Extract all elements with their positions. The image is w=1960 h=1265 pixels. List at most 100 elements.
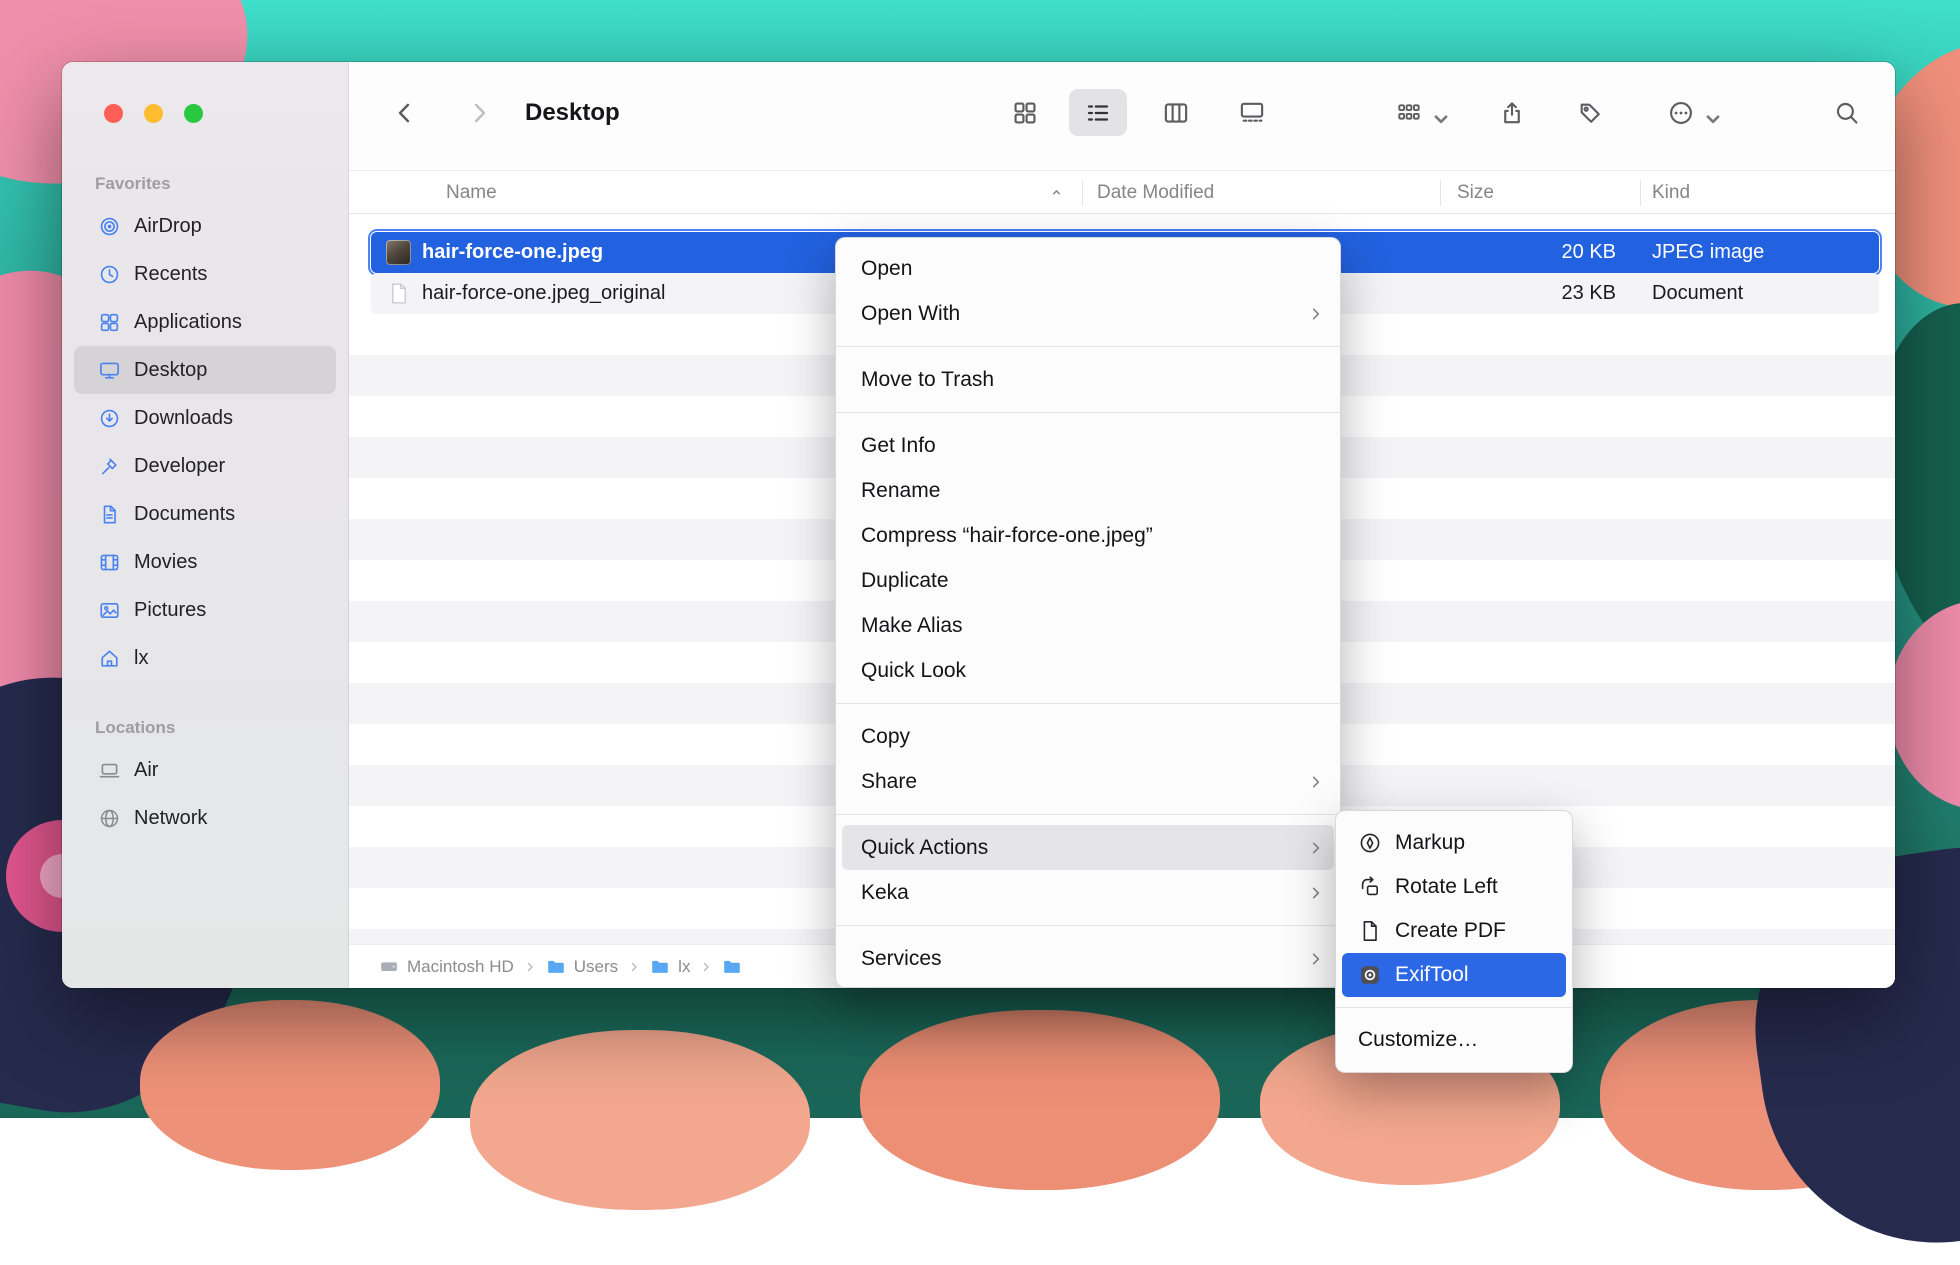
menu-separator (836, 703, 1340, 704)
sidebar-item-label: Movies (134, 551, 197, 574)
wallpaper-blob (860, 1010, 1220, 1190)
menu-item-open[interactable]: Open (836, 246, 1340, 291)
menu-item-label: Rename (861, 479, 940, 503)
menu-item-label: Duplicate (861, 569, 949, 593)
icon-view-button[interactable] (1012, 100, 1039, 127)
column-divider[interactable] (1440, 180, 1441, 206)
download-icon (98, 407, 121, 430)
submenu-chevron-icon (1308, 951, 1324, 967)
sidebar-item-recents[interactable]: Recents (74, 250, 336, 298)
path-item-users[interactable]: Users (546, 957, 618, 977)
chevron-right-icon (700, 961, 712, 973)
more-button[interactable] (1668, 100, 1715, 127)
rotate-left-icon (1358, 875, 1382, 899)
gallery-view-button[interactable] (1239, 100, 1266, 127)
sidebar-item-downloads[interactable]: Downloads (74, 394, 336, 442)
sidebar-section-title: Locations (95, 718, 175, 738)
sidebar-item-network[interactable]: Network (74, 794, 336, 842)
laptop-icon (98, 759, 121, 782)
path-item-desktop[interactable] (722, 957, 750, 977)
minimize-button[interactable] (144, 104, 163, 123)
menu-item-label: Make Alias (861, 614, 963, 638)
menu-item-services[interactable]: Services (836, 936, 1340, 981)
menu-separator (836, 412, 1340, 413)
path-item-lx[interactable]: lx (650, 957, 690, 977)
submenu-item-create-pdf[interactable]: Create PDF (1336, 909, 1572, 953)
path-item-label: lx (678, 957, 690, 977)
menu-item-get-info[interactable]: Get Info (836, 423, 1340, 468)
sidebar-item-air[interactable]: Air (74, 746, 336, 794)
sidebar-item-desktop[interactable]: Desktop (74, 346, 336, 394)
share-icon (1499, 100, 1526, 127)
back-button[interactable] (392, 100, 419, 127)
wallpaper-blob (1888, 600, 1960, 810)
submenu-item-rotate-left[interactable]: Rotate Left (1336, 865, 1572, 909)
hammer-icon (98, 455, 121, 478)
submenu-item-label: Markup (1395, 831, 1465, 855)
chevron-down-icon (1700, 106, 1715, 121)
path-item-macintosh-hd[interactable]: Macintosh HD (379, 957, 514, 977)
context-menu: Open Open With Move to Trash Get Info Re… (835, 237, 1341, 988)
folder-icon (722, 957, 742, 977)
sidebar-item-airdrop[interactable]: AirDrop (74, 202, 336, 250)
tag-button[interactable] (1577, 100, 1604, 127)
menu-item-label: Keka (861, 881, 909, 905)
column-view-button[interactable] (1163, 100, 1190, 127)
share-button[interactable] (1499, 100, 1526, 127)
menu-item-share[interactable]: Share (836, 759, 1340, 804)
menu-item-copy[interactable]: Copy (836, 714, 1340, 759)
create-pdf-icon (1358, 919, 1382, 943)
column-header-kind[interactable]: Kind (1652, 171, 1690, 215)
column-divider[interactable] (1082, 180, 1083, 206)
file-size: 23 KB (1440, 282, 1640, 305)
wallpaper-blob (470, 1030, 810, 1210)
column-header-name[interactable]: Name (446, 171, 497, 215)
menu-item-quick-look[interactable]: Quick Look (836, 648, 1340, 693)
submenu-item-markup[interactable]: Markup (1336, 821, 1572, 865)
column-divider[interactable] (1640, 180, 1641, 206)
sidebar-item-pictures[interactable]: Pictures (74, 586, 336, 634)
submenu-chevron-icon (1308, 774, 1324, 790)
menu-item-compress[interactable]: Compress “hair-force-one.jpeg” (836, 513, 1340, 558)
column-headers: Name Date Modified Size Kind (349, 170, 1895, 214)
sidebar-item-movies[interactable]: Movies (74, 538, 336, 586)
menu-separator (1336, 1007, 1572, 1008)
menu-item-open-with[interactable]: Open With (836, 291, 1340, 336)
group-icon (1396, 100, 1423, 127)
clock-icon (98, 263, 121, 286)
file-kind: JPEG image (1640, 241, 1879, 264)
submenu-item-exiftool[interactable]: ExifTool (1342, 953, 1566, 997)
menu-item-duplicate[interactable]: Duplicate (836, 558, 1340, 603)
sidebar-item-label: Documents (134, 503, 235, 526)
sidebar-item-label: Desktop (134, 359, 207, 382)
quick-actions-submenu: Markup Rotate Left Create PDF ExifTool C… (1335, 810, 1573, 1073)
submenu-item-label: Rotate Left (1395, 875, 1498, 899)
search-button[interactable] (1834, 100, 1861, 127)
forward-button[interactable] (466, 100, 493, 127)
film-icon (98, 551, 121, 574)
sidebar-item-developer[interactable]: Developer (74, 442, 336, 490)
menu-item-move-to-trash[interactable]: Move to Trash (836, 357, 1340, 402)
zoom-button[interactable] (184, 104, 203, 123)
menu-item-keka[interactable]: Keka (836, 870, 1340, 915)
menu-item-quick-actions[interactable]: Quick Actions (842, 825, 1334, 870)
column-header-size[interactable]: Size (1457, 171, 1494, 215)
menu-item-make-alias[interactable]: Make Alias (836, 603, 1340, 648)
menu-item-label: Services (861, 947, 942, 971)
sidebar-item-home[interactable]: lx (74, 634, 336, 682)
sidebar-item-documents[interactable]: Documents (74, 490, 336, 538)
sidebar-section-title: Favorites (95, 174, 171, 194)
traffic-lights (104, 104, 203, 123)
close-button[interactable] (104, 104, 123, 123)
sidebar-item-applications[interactable]: Applications (74, 298, 336, 346)
list-view-button[interactable] (1085, 100, 1112, 127)
column-header-date-modified[interactable]: Date Modified (1097, 171, 1214, 215)
file-size: 20 KB (1440, 241, 1640, 264)
group-button[interactable] (1396, 100, 1443, 127)
submenu-item-customize[interactable]: Customize… (1336, 1018, 1572, 1062)
file-name-label: hair-force-one.jpeg (422, 241, 603, 264)
menu-item-label: Quick Actions (861, 836, 988, 860)
menu-item-rename[interactable]: Rename (836, 468, 1340, 513)
submenu-chevron-icon (1308, 840, 1324, 856)
sort-ascending-icon (1049, 185, 1064, 200)
